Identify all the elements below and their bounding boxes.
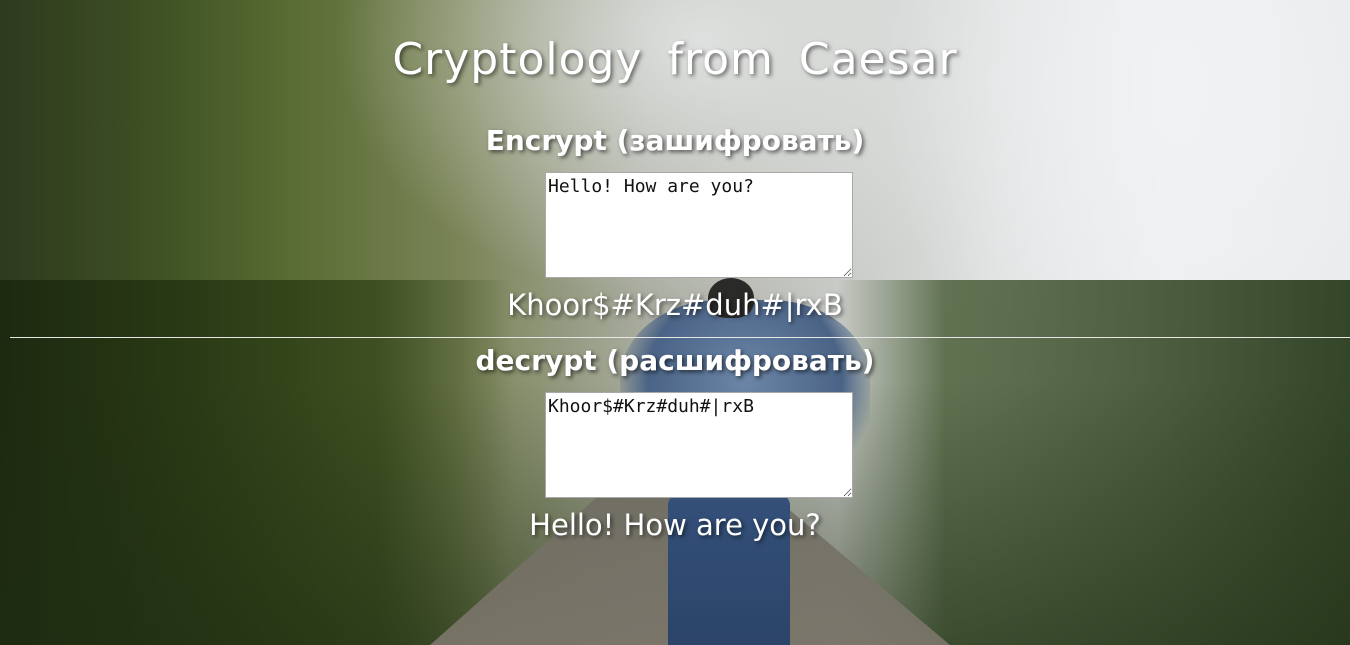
- decrypt-input[interactable]: Khoor$#Krz#duh#|rxB: [545, 392, 853, 498]
- decrypt-output: Hello! How are you?: [529, 508, 821, 542]
- encrypt-input[interactable]: Hello! How are you?: [545, 172, 853, 278]
- encrypt-heading: Encrypt (зашифровать): [485, 124, 865, 157]
- main-content: Cryptology from Caesar Encrypt (зашифров…: [0, 0, 1350, 645]
- page-title: Cryptology from Caesar: [392, 34, 958, 85]
- section-divider: [10, 337, 1350, 338]
- encrypt-output: Khoor$#Krz#duh#|rxB: [507, 288, 843, 322]
- decrypt-heading: decrypt (расшифровать): [475, 344, 875, 377]
